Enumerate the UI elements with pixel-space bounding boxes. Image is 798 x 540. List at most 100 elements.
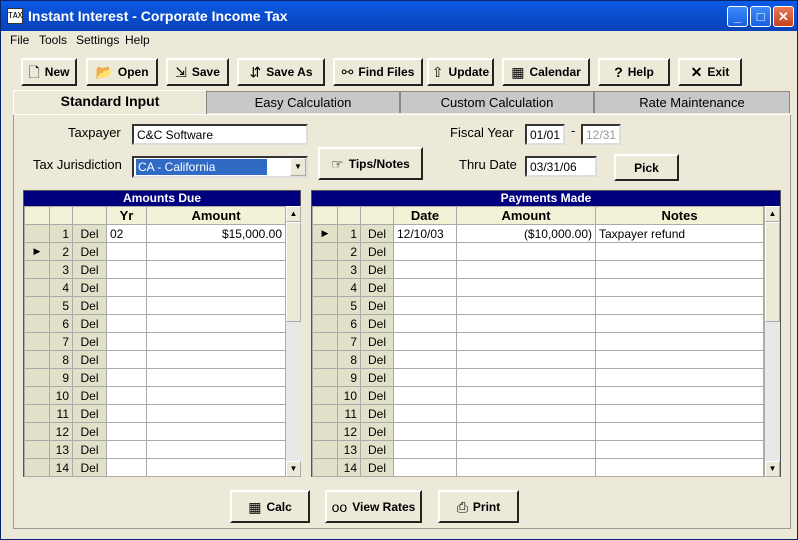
- delete-row-button[interactable]: Del: [72, 440, 107, 459]
- delete-row-button[interactable]: Del: [360, 440, 394, 459]
- amount-cell[interactable]: [146, 440, 286, 459]
- table-row[interactable]: 11 Del: [24, 404, 286, 423]
- table-row[interactable]: 7 Del: [312, 332, 764, 351]
- tab-standard-input[interactable]: Standard Input: [13, 90, 207, 114]
- tips-notes-button[interactable]: ☞ Tips/Notes: [318, 147, 423, 180]
- amount-cell[interactable]: [146, 404, 286, 423]
- date-cell[interactable]: [393, 458, 457, 477]
- table-row[interactable]: 12 Del: [24, 422, 286, 441]
- table-row[interactable]: 9 Del: [312, 368, 764, 387]
- scroll-down-icon[interactable]: ▼: [765, 461, 780, 477]
- scroll-up-icon[interactable]: ▲: [286, 206, 301, 222]
- notes-cell[interactable]: [595, 314, 764, 333]
- table-row[interactable]: 10 Del: [312, 386, 764, 405]
- view-rates-button[interactable]: oo View Rates: [325, 490, 422, 523]
- notes-cell[interactable]: [595, 242, 764, 261]
- menu-settings[interactable]: Settings: [76, 33, 119, 47]
- table-row[interactable]: 11 Del: [312, 404, 764, 423]
- scroll-thumb[interactable]: [765, 222, 780, 322]
- table-row[interactable]: 2 Del: [312, 242, 764, 261]
- amount-cell[interactable]: $15,000.00: [146, 224, 286, 243]
- delete-row-button[interactable]: Del: [72, 224, 107, 243]
- new-button[interactable]: 🗋 New: [21, 58, 77, 86]
- row-selector[interactable]: [312, 440, 338, 459]
- menu-help[interactable]: Help: [125, 33, 150, 47]
- amount-cell[interactable]: [146, 278, 286, 297]
- delete-row-button[interactable]: Del: [360, 314, 394, 333]
- yr-cell[interactable]: [106, 260, 147, 279]
- find-files-button[interactable]: ⚯ Find Files: [333, 58, 423, 86]
- notes-cell[interactable]: Taxpayer refund: [595, 224, 764, 243]
- delete-row-button[interactable]: Del: [72, 350, 107, 369]
- date-cell[interactable]: [393, 242, 457, 261]
- amount-cell[interactable]: [456, 242, 596, 261]
- amount-cell[interactable]: [456, 260, 596, 279]
- title-bar[interactable]: TAX Instant Interest - Corporate Income …: [1, 1, 797, 31]
- table-row[interactable]: 14 Del: [24, 458, 286, 477]
- row-selector[interactable]: [312, 458, 338, 477]
- delete-row-button[interactable]: Del: [360, 458, 394, 477]
- close-button[interactable]: ✕: [773, 6, 794, 27]
- row-selector[interactable]: [24, 422, 50, 441]
- amount-cell[interactable]: [456, 422, 596, 441]
- table-row[interactable]: 1 Del 02 $15,000.00: [24, 224, 286, 243]
- notes-cell[interactable]: [595, 296, 764, 315]
- row-selector[interactable]: [312, 350, 338, 369]
- notes-cell[interactable]: [595, 404, 764, 423]
- amount-cell[interactable]: [456, 296, 596, 315]
- date-cell[interactable]: [393, 368, 457, 387]
- amount-cell[interactable]: [146, 422, 286, 441]
- row-selector[interactable]: [24, 458, 50, 477]
- amount-cell[interactable]: [146, 458, 286, 477]
- notes-cell[interactable]: [595, 458, 764, 477]
- row-selector[interactable]: [24, 368, 50, 387]
- thru-date-field[interactable]: 03/31/06: [525, 156, 597, 177]
- open-button[interactable]: 📂 Open: [86, 58, 158, 86]
- row-selector[interactable]: [312, 332, 338, 351]
- tab-easy-calculation[interactable]: Easy Calculation: [206, 91, 400, 113]
- payments-made-scrollbar[interactable]: ▲ ▼: [764, 206, 780, 477]
- delete-row-button[interactable]: Del: [360, 422, 394, 441]
- table-row[interactable]: 8 Del: [24, 350, 286, 369]
- row-selector[interactable]: [312, 278, 338, 297]
- row-selector[interactable]: [24, 440, 50, 459]
- amount-cell[interactable]: [146, 350, 286, 369]
- table-row[interactable]: 5 Del: [312, 296, 764, 315]
- yr-cell[interactable]: [106, 350, 147, 369]
- menu-file[interactable]: File: [10, 33, 29, 47]
- menu-tools[interactable]: Tools: [39, 33, 67, 47]
- amount-cell[interactable]: [456, 350, 596, 369]
- delete-row-button[interactable]: Del: [72, 368, 107, 387]
- notes-cell[interactable]: [595, 350, 764, 369]
- scroll-up-icon[interactable]: ▲: [765, 206, 780, 222]
- delete-row-button[interactable]: Del: [72, 260, 107, 279]
- row-selector[interactable]: [312, 386, 338, 405]
- amount-cell[interactable]: [456, 332, 596, 351]
- row-selector[interactable]: [24, 224, 50, 243]
- table-row[interactable]: 9 Del: [24, 368, 286, 387]
- notes-cell[interactable]: [595, 440, 764, 459]
- table-row[interactable]: 5 Del: [24, 296, 286, 315]
- table-row[interactable]: ▶ 2 Del: [24, 242, 286, 261]
- amount-cell[interactable]: [456, 278, 596, 297]
- row-selector[interactable]: ▶: [312, 224, 338, 243]
- row-selector[interactable]: [24, 386, 50, 405]
- date-cell[interactable]: 12/10/03: [393, 224, 457, 243]
- table-row[interactable]: 3 Del: [312, 260, 764, 279]
- notes-cell[interactable]: [595, 332, 764, 351]
- amount-cell[interactable]: [146, 386, 286, 405]
- table-row[interactable]: 4 Del: [312, 278, 764, 297]
- amount-cell[interactable]: [146, 314, 286, 333]
- pick-date-button[interactable]: Pick: [614, 154, 679, 181]
- delete-row-button[interactable]: Del: [360, 242, 394, 261]
- scroll-thumb[interactable]: [286, 222, 301, 322]
- date-cell[interactable]: [393, 350, 457, 369]
- table-row[interactable]: 7 Del: [24, 332, 286, 351]
- table-row[interactable]: 13 Del: [24, 440, 286, 459]
- row-selector[interactable]: ▶: [24, 242, 50, 261]
- taxpayer-field[interactable]: C&C Software: [132, 124, 308, 145]
- notes-cell[interactable]: [595, 368, 764, 387]
- row-selector[interactable]: [312, 314, 338, 333]
- table-row[interactable]: 12 Del: [312, 422, 764, 441]
- table-row[interactable]: 6 Del: [312, 314, 764, 333]
